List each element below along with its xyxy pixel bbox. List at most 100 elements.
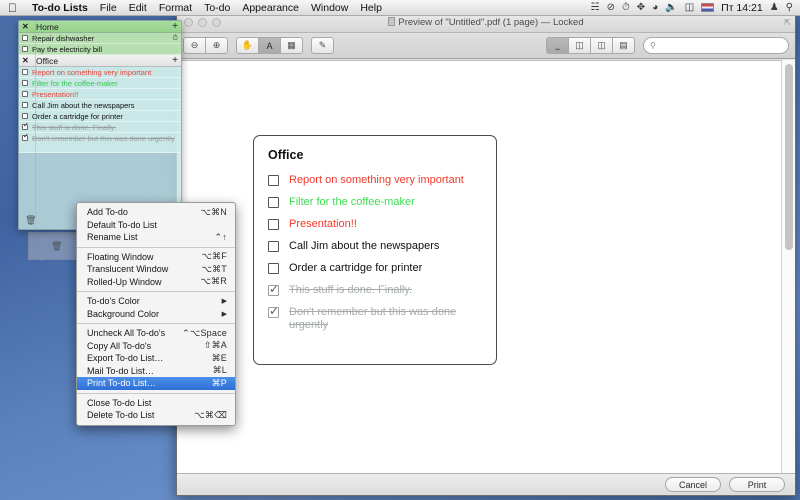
list-body-home: Repair dishwasher⏱Pay the electricity bi… xyxy=(19,33,181,55)
single-page-icon[interactable]: ⎵ xyxy=(546,37,569,54)
todo-row[interactable]: Pay the electricity bill xyxy=(19,44,181,55)
todo-checkbox[interactable] xyxy=(22,102,28,108)
wifi-icon[interactable]: ◕ xyxy=(652,0,658,16)
dropbox-icon[interactable]: ☵ xyxy=(591,0,600,16)
add-todo-icon[interactable]: + xyxy=(172,22,178,31)
todo-checkbox[interactable] xyxy=(22,124,28,130)
document-checkbox xyxy=(268,241,279,252)
zoom-out-icon[interactable]: ⊖ xyxy=(183,37,206,54)
menu-item-translucent-window[interactable]: Translucent Window⌥⌘T xyxy=(77,263,235,276)
hand-icon[interactable]: ✋ xyxy=(236,37,259,54)
menu-item-background-color[interactable]: Background Color▶ xyxy=(77,308,235,321)
todo-checkbox[interactable] xyxy=(22,69,28,75)
menu-item-delete-to-do-list[interactable]: Delete To-do List⌥⌘⌫ xyxy=(77,409,235,422)
document-checkbox xyxy=(268,175,279,186)
text-tool-button[interactable]: A xyxy=(258,37,281,54)
context-menu: Add To-do⌥⌘NDefault To-do ListRename Lis… xyxy=(76,202,236,426)
spotlight-search-icon[interactable]: ⚲ xyxy=(786,0,793,16)
user-icon[interactable]: ♟ xyxy=(770,0,779,16)
menu-item-shortcut: ⌃↑ xyxy=(215,232,227,243)
menu-help[interactable]: Help xyxy=(354,0,388,16)
todo-row[interactable]: This stuff is done. Finally. xyxy=(19,122,181,133)
menu-item-close-to-do-list[interactable]: Close To-do List xyxy=(77,397,235,410)
todo-row[interactable]: Call Jim about the newspapers xyxy=(19,100,181,111)
close-button[interactable] xyxy=(184,18,193,27)
sidebar-icon[interactable]: ◫ xyxy=(568,37,591,54)
vertical-scrollbar[interactable] xyxy=(781,60,795,473)
bluetooth-icon[interactable]: ✥ xyxy=(637,0,645,16)
marquee-select-icon[interactable]: ▦ xyxy=(280,37,303,54)
menu-item-copy-all-to-do-s[interactable]: Copy All To-do's⇧⌘A xyxy=(77,340,235,353)
todo-label: Don't remember but this was done urgentl… xyxy=(32,134,178,143)
menu-edit[interactable]: Edit xyxy=(123,0,153,16)
contact-sheet-icon[interactable]: ▤ xyxy=(612,37,635,54)
two-up-icon[interactable]: ◫ xyxy=(590,37,613,54)
todo-row[interactable]: Don't remember but this was done urgentl… xyxy=(19,133,181,153)
menu-window[interactable]: Window xyxy=(305,0,354,16)
menu-app-name[interactable]: To-do Lists xyxy=(26,0,94,16)
menu-item-rename-list[interactable]: Rename List⌃↑ xyxy=(77,231,235,244)
zoom-in-icon[interactable]: ⊕ xyxy=(205,37,228,54)
menu-item-label: Uncheck All To-do's xyxy=(87,328,182,338)
todo-row[interactable]: Order a cartridge for printer xyxy=(19,111,181,122)
todo-checkbox[interactable] xyxy=(22,113,28,119)
todo-row[interactable]: Presentation!! xyxy=(19,89,181,100)
menu-format[interactable]: Format xyxy=(153,0,198,16)
todo-checkbox[interactable] xyxy=(22,135,28,141)
keyboard-flag-icon[interactable] xyxy=(701,3,714,12)
time-machine-icon[interactable]: ⏱ xyxy=(622,0,630,16)
todo-label: Presentation!! xyxy=(32,90,178,99)
fullscreen-icon[interactable]: ⇱ xyxy=(784,18,791,27)
do-not-disturb-icon[interactable]: ⊘ xyxy=(607,0,615,16)
battery-icon[interactable]: ◫ xyxy=(685,0,694,16)
todo-checkbox[interactable] xyxy=(22,35,28,41)
menu-item-print-to-do-list[interactable]: Print To-do List…⌘P xyxy=(77,377,235,390)
menu-item-default-to-do-list[interactable]: Default To-do List xyxy=(77,219,235,232)
menu-item-uncheck-all-to-do-s[interactable]: Uncheck All To-do's⌃⌥Space xyxy=(77,327,235,340)
menu-item-rolled-up-window[interactable]: Rolled-Up Window⌥⌘R xyxy=(77,276,235,289)
todo-row[interactable]: Filter for the coffee-maker xyxy=(19,78,181,89)
minimize-button[interactable] xyxy=(198,18,207,27)
menu-item-mail-to-do-list[interactable]: Mail To-do List…⌘L xyxy=(77,365,235,378)
document-title: Office xyxy=(268,148,482,162)
alarm-bell-icon[interactable]: ⏱ xyxy=(173,34,178,43)
zoom-button[interactable] xyxy=(212,18,221,27)
menu-item-floating-window[interactable]: Floating Window⌥⌘F xyxy=(77,251,235,264)
trash-icon[interactable]: 🗑 xyxy=(25,215,36,226)
menu-item-to-do-s-color[interactable]: To-do's Color▶ xyxy=(77,295,235,308)
scrollbar-thumb[interactable] xyxy=(785,64,793,250)
todo-checkbox[interactable] xyxy=(22,46,28,52)
menu-item-export-to-do-list[interactable]: Export To-do List…⌘E xyxy=(77,352,235,365)
menu-appearance[interactable]: Appearance xyxy=(236,0,305,16)
menu-bar-status-area: ☵ ⊘ ⏱ ✥ ◕ 🔈 ◫ Пт 14:21 ♟ ⚲ xyxy=(591,0,800,16)
apple-menu-icon[interactable]:  xyxy=(8,2,17,14)
document-checkbox xyxy=(268,219,279,230)
todo-checkbox[interactable] xyxy=(22,91,28,97)
close-list-icon[interactable]: ✕ xyxy=(22,22,32,31)
close-list-icon[interactable]: ✕ xyxy=(22,56,32,65)
document-todo-label: Filter for the coffee-maker xyxy=(289,196,415,209)
menu-item-shortcut: ⌥⌘F xyxy=(202,251,227,262)
document-checkbox xyxy=(268,263,279,274)
print-button[interactable]: Print xyxy=(729,477,785,492)
volume-icon[interactable]: 🔈 xyxy=(665,0,677,16)
menu-item-add-to-do[interactable]: Add To-do⌥⌘N xyxy=(77,206,235,219)
todo-checkbox[interactable] xyxy=(22,80,28,86)
menu-item-label: Print To-do List… xyxy=(87,378,212,388)
preview-titlebar[interactable]: Preview of "Untitled".pdf (1 page) — Loc… xyxy=(177,13,795,33)
menu-file[interactable]: File xyxy=(94,0,123,16)
cancel-button[interactable]: Cancel xyxy=(665,477,721,492)
todo-row[interactable]: Repair dishwasher⏱ xyxy=(19,33,181,44)
tool-controls: ✋ A ▦ xyxy=(236,37,303,54)
menu-item-shortcut: ⌥⌘⌫ xyxy=(194,410,227,421)
search-input[interactable]: ⚲ xyxy=(643,37,789,54)
menu-todo[interactable]: To-do xyxy=(198,0,236,16)
trash-icon[interactable]: 🗑 xyxy=(51,241,62,255)
clock[interactable]: Пт 14:21 xyxy=(721,2,763,14)
add-todo-icon[interactable]: + xyxy=(172,56,178,65)
document-checkbox xyxy=(268,307,279,318)
menu-item-label: Default To-do List xyxy=(87,220,227,230)
preview-window: Preview of "Untitled".pdf (1 page) — Loc… xyxy=(176,12,796,496)
todo-row[interactable]: Report on something very important xyxy=(19,67,181,78)
pen-icon[interactable]: ✎ xyxy=(311,37,334,54)
